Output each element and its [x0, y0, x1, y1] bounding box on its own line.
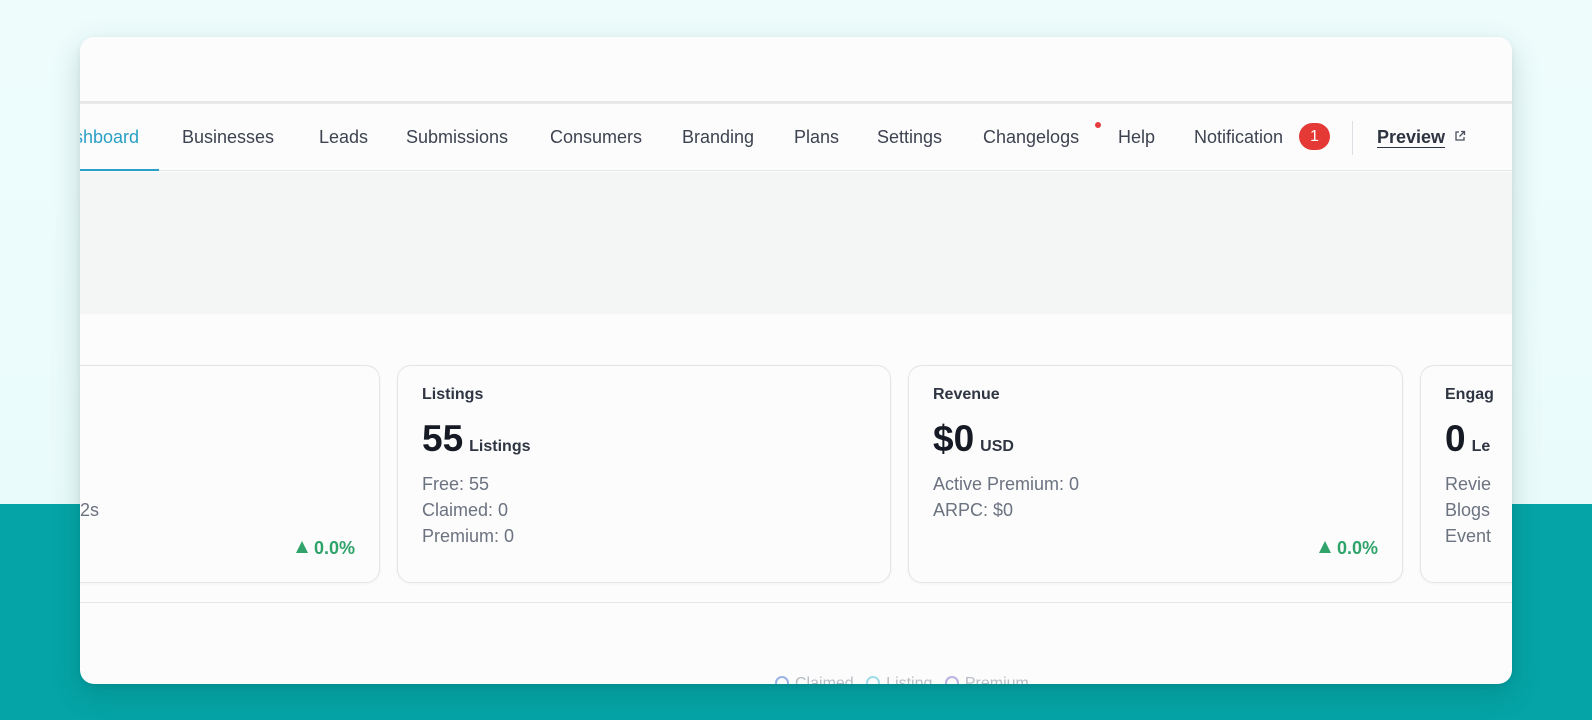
- revenue-active-premium: Active Premium: 0: [933, 474, 1080, 494]
- up-triangle-icon: [295, 541, 308, 553]
- legend-item-claimed[interactable]: Claimed: [775, 675, 854, 684]
- tab-branding[interactable]: Branding: [682, 104, 754, 171]
- tab-plans[interactable]: Plans: [794, 104, 839, 171]
- page-header-area: [80, 172, 1512, 314]
- top-bar: [80, 37, 1512, 104]
- tab-settings[interactable]: Settings: [877, 104, 942, 171]
- revenue-value: $0 USD: [933, 418, 1014, 459]
- nav-divider: [1352, 121, 1353, 155]
- first-card-line: 2s: [80, 500, 100, 520]
- legend-item-listing[interactable]: Listing: [866, 675, 932, 684]
- app-window: shboard Businesses Leads Submissions Con…: [80, 37, 1512, 684]
- changelogs-new-dot: [1095, 122, 1101, 128]
- stat-card-listings: Listings 55 Listings Free: 55 Claimed: 0 …: [397, 365, 891, 583]
- up-triangle-icon: [1318, 541, 1331, 553]
- notification-badge: 1: [1299, 123, 1330, 150]
- stat-card-first: 2s 0.0%: [80, 365, 380, 583]
- tab-dashboard[interactable]: shboard: [80, 104, 160, 171]
- engagement-unit: Le: [1471, 438, 1491, 455]
- chart-legend: Claimed Listing Premium: [775, 675, 1037, 684]
- stat-card-revenue: Revenue $0 USD Active Premium: 0 ARPC: $0…: [908, 365, 1403, 583]
- legend-premium-swatch: [944, 676, 959, 684]
- revenue-change: 0.0%: [1318, 538, 1378, 559]
- tab-businesses[interactable]: Businesses: [182, 104, 274, 171]
- revenue-title: Revenue: [933, 386, 1000, 403]
- revenue-unit: USD: [980, 438, 1014, 455]
- engagement-value: 0 Le: [1445, 418, 1491, 459]
- tab-changelogs[interactable]: Changelogs: [983, 104, 1079, 171]
- external-link-icon[interactable]: [1454, 130, 1466, 142]
- main-nav: shboard Businesses Leads Submissions Con…: [80, 104, 1512, 171]
- listings-value: 55 Listings: [422, 418, 531, 459]
- legend-item-premium[interactable]: Premium: [944, 675, 1029, 684]
- section-divider: [80, 602, 1512, 603]
- legend-claimed-swatch: [775, 676, 789, 684]
- listings-free: Free: 55: [422, 474, 490, 494]
- stat-card-engagement: Engag 0 Le Revie Blogs Event: [1420, 365, 1512, 583]
- engagement-reviews: Revie: [1445, 474, 1492, 494]
- tab-submissions[interactable]: Submissions: [406, 104, 508, 171]
- revenue-arpc: ARPC: $0: [933, 500, 1014, 520]
- engagement-title: Engag: [1445, 386, 1494, 403]
- listings-title: Listings: [422, 386, 484, 403]
- engagement-blogs: Blogs: [1445, 500, 1491, 520]
- tab-consumers[interactable]: Consumers: [550, 104, 642, 171]
- listings-premium: Premium: 0: [422, 526, 515, 546]
- engagement-events: Event: [1445, 526, 1492, 546]
- tab-leads[interactable]: Leads: [319, 104, 368, 171]
- preview-link[interactable]: Preview: [1377, 104, 1445, 171]
- listings-unit: Listings: [469, 438, 531, 455]
- tab-notification[interactable]: Notification: [1194, 104, 1283, 171]
- legend-listing-swatch: [866, 676, 881, 684]
- tab-help[interactable]: Help: [1118, 104, 1155, 171]
- listings-claimed: Claimed: 0: [422, 500, 509, 520]
- first-card-change: 0.0%: [295, 538, 355, 559]
